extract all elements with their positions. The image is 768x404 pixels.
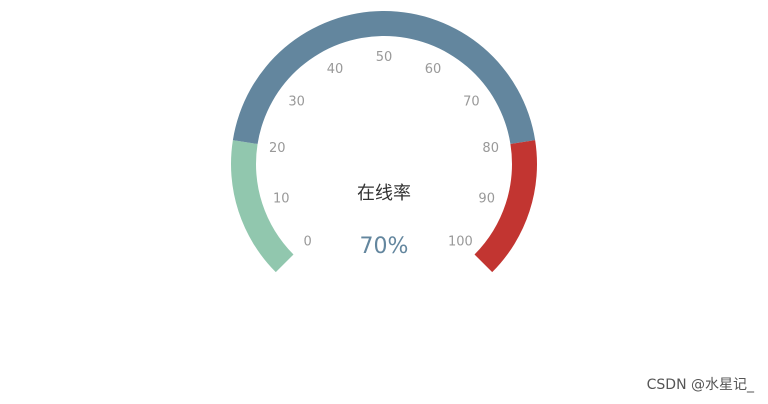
gauge-tick-label: 40 xyxy=(327,62,344,77)
gauge-chart: 0 10 20 30 40 50 60 70 80 90 100 在线率 70% xyxy=(230,10,538,273)
gauge-tick-labels: 0 10 20 30 40 50 60 70 80 90 100 xyxy=(269,50,499,249)
gauge-tick-label: 80 xyxy=(482,141,499,156)
gauge-tick-label: 100 xyxy=(448,234,473,249)
gauge-title: 在线率 xyxy=(357,183,411,204)
gauge-tick-label: 0 xyxy=(303,234,311,249)
gauge-tick-label: 70 xyxy=(463,95,480,110)
gauge-tick-label: 90 xyxy=(478,191,495,206)
watermark: CSDN @水星记_ xyxy=(646,377,754,393)
gauge-tick-label: 30 xyxy=(288,95,305,110)
gauge-tick-label: 10 xyxy=(273,191,290,206)
gauge-value-label: 70% xyxy=(360,234,409,259)
gauge-tick-label: 60 xyxy=(425,62,442,77)
gauge-tick-label: 50 xyxy=(376,50,393,65)
gauge-band-1 xyxy=(232,10,536,144)
gauge-tick-label: 20 xyxy=(269,141,286,156)
